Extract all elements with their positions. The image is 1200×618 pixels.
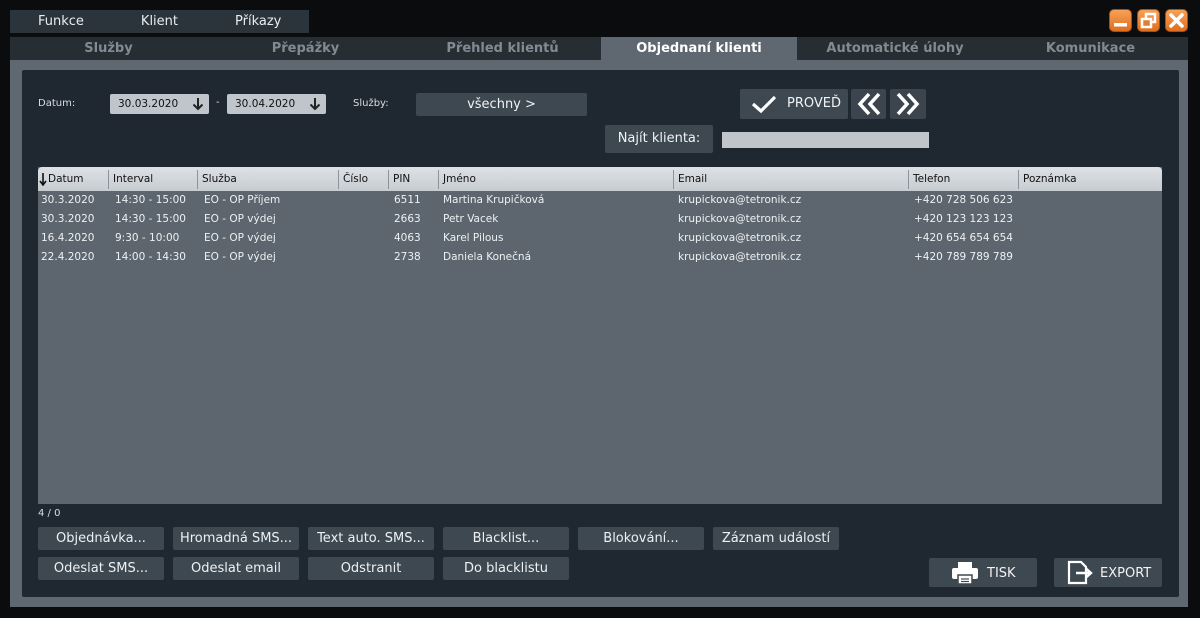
odeslat-email-button[interactable]: Odeslat email bbox=[173, 557, 299, 580]
table-row[interactable]: 30.3.2020 14:30 - 15:00 EO - OP Příjem 6… bbox=[38, 191, 1162, 210]
tab-prehled-klientu[interactable]: Přehled klientů bbox=[404, 37, 601, 60]
date-range-dash: - bbox=[216, 97, 220, 108]
do-blacklistu-button[interactable]: Do blacklistu bbox=[443, 557, 569, 580]
cell-sluzba: EO - OP výdej bbox=[204, 232, 276, 244]
export-button[interactable]: EXPORT bbox=[1054, 558, 1162, 587]
previous-button[interactable] bbox=[851, 89, 886, 119]
col-header-poznamka[interactable]: Poznámka bbox=[1018, 170, 1162, 189]
najit-klienta-input[interactable] bbox=[722, 132, 929, 148]
restore-icon bbox=[1140, 12, 1157, 29]
arrow-down-icon[interactable] bbox=[192, 97, 204, 111]
cell-pin: 6511 bbox=[394, 194, 421, 206]
cell-pin: 2738 bbox=[394, 251, 421, 263]
cell-datum: 30.3.2020 bbox=[41, 213, 95, 225]
double-chevron-right-icon bbox=[896, 92, 920, 116]
window-controls bbox=[1109, 9, 1188, 32]
tab-komunikace[interactable]: Komunikace bbox=[993, 37, 1188, 60]
hromadna-sms-button[interactable]: Hromadná SMS... bbox=[173, 527, 299, 550]
col-header-sluzba[interactable]: Služba bbox=[197, 170, 338, 189]
cell-jmeno: Daniela Konečná bbox=[443, 251, 532, 263]
record-count: 4 / 0 bbox=[38, 508, 61, 519]
table-row[interactable]: 30.3.2020 14:30 - 15:00 EO - OP výdej 26… bbox=[38, 210, 1162, 229]
cell-telefon: +420 789 789 789 bbox=[914, 251, 1013, 263]
cell-pin: 2663 bbox=[394, 213, 421, 225]
next-button[interactable] bbox=[890, 89, 926, 119]
checkmark-icon bbox=[751, 95, 777, 114]
cell-sluzba: EO - OP výdej bbox=[204, 251, 276, 263]
objednavka-button[interactable]: Objednávka... bbox=[38, 527, 164, 550]
tab-bar: Služby Přepážky Přehled klientů Objednan… bbox=[10, 37, 1188, 60]
cell-interval: 14:00 - 14:30 bbox=[115, 251, 186, 263]
tisk-label: TISK bbox=[987, 566, 1016, 581]
tab-automaticke-ulohy[interactable]: Automatické úlohy bbox=[797, 37, 993, 60]
blacklist-button[interactable]: Blacklist... bbox=[443, 527, 569, 550]
cell-telefon: +420 654 654 654 bbox=[914, 232, 1013, 244]
sort-arrow-down-icon bbox=[39, 173, 47, 186]
datum-label: Datum: bbox=[38, 98, 76, 109]
cell-jmeno: Martina Krupičková bbox=[443, 194, 545, 206]
col-header-telefon[interactable]: Telefon bbox=[908, 170, 1018, 189]
tab-objednani-klienti[interactable]: Objednaní klienti bbox=[601, 37, 797, 60]
minimize-icon bbox=[1114, 23, 1127, 27]
table-header: Datum Interval Služba Číslo PIN Jméno Em… bbox=[38, 167, 1162, 191]
cell-email: krupickova@tetronik.cz bbox=[678, 213, 802, 225]
cell-datum: 22.4.2020 bbox=[41, 251, 95, 263]
arrow-down-icon[interactable] bbox=[309, 97, 321, 111]
sluzby-label: Služby: bbox=[353, 98, 389, 109]
cell-interval: 14:30 - 15:00 bbox=[115, 194, 186, 206]
blokovani-button[interactable]: Blokování... bbox=[578, 527, 704, 550]
cell-interval: 9:30 - 10:00 bbox=[115, 232, 180, 244]
najit-klienta-label: Najít klienta: bbox=[605, 125, 713, 153]
printer-icon bbox=[952, 562, 978, 585]
cell-sluzba: EO - OP výdej bbox=[204, 213, 276, 225]
cell-jmeno: Karel Pilous bbox=[443, 232, 504, 244]
sluzby-select-button[interactable]: všechny > bbox=[416, 93, 587, 116]
menu-prikazy[interactable]: Příkazy bbox=[235, 10, 281, 33]
restore-button[interactable] bbox=[1137, 9, 1160, 32]
text-auto-sms-button[interactable]: Text auto. SMS... bbox=[308, 527, 434, 550]
cell-email: krupickova@tetronik.cz bbox=[678, 194, 802, 206]
col-header-interval[interactable]: Interval bbox=[108, 170, 197, 189]
double-chevron-left-icon bbox=[857, 92, 881, 116]
cell-telefon: +420 123 123 123 bbox=[914, 213, 1013, 225]
orders-table: Datum Interval Služba Číslo PIN Jméno Em… bbox=[38, 167, 1162, 504]
col-header-email[interactable]: Email bbox=[673, 170, 908, 189]
close-button[interactable] bbox=[1165, 9, 1188, 32]
tab-prepazky[interactable]: Přepážky bbox=[207, 37, 404, 60]
cell-sluzba: EO - OP Příjem bbox=[204, 194, 281, 206]
export-icon bbox=[1067, 560, 1093, 585]
cell-email: krupickova@tetronik.cz bbox=[678, 232, 802, 244]
proved-label: PROVEĎ bbox=[787, 96, 841, 111]
date-to-input[interactable]: 30.04.2020 bbox=[227, 94, 326, 114]
col-header-datum-label: Datum bbox=[48, 173, 84, 185]
menu-klient[interactable]: Klient bbox=[141, 10, 178, 33]
cell-pin: 4063 bbox=[394, 232, 421, 244]
table-row[interactable]: 16.4.2020 9:30 - 10:00 EO - OP výdej 406… bbox=[38, 229, 1162, 248]
cell-telefon: +420 728 506 623 bbox=[914, 194, 1013, 206]
cell-datum: 30.3.2020 bbox=[41, 194, 95, 206]
menu-funkce[interactable]: Funkce bbox=[38, 10, 84, 33]
menu-bar: Funkce Klient Příkazy bbox=[10, 10, 309, 33]
zaznam-udalosti-button[interactable]: Záznam událostí bbox=[713, 527, 839, 550]
col-header-datum[interactable]: Datum bbox=[38, 170, 108, 189]
date-from-input[interactable]: 30.03.2020 bbox=[110, 94, 209, 114]
cell-jmeno: Petr Vacek bbox=[443, 213, 499, 225]
cell-email: krupickova@tetronik.cz bbox=[678, 251, 802, 263]
export-label: EXPORT bbox=[1100, 566, 1152, 581]
col-header-cislo[interactable]: Číslo bbox=[338, 170, 388, 189]
proved-button[interactable]: PROVEĎ bbox=[740, 89, 848, 119]
odeslat-sms-button[interactable]: Odeslat SMS... bbox=[38, 557, 164, 580]
date-from-value: 30.03.2020 bbox=[118, 98, 179, 110]
tab-sluzby[interactable]: Služby bbox=[10, 37, 207, 60]
col-header-jmeno[interactable]: Jméno bbox=[438, 170, 673, 189]
tisk-button[interactable]: TISK bbox=[929, 558, 1037, 587]
cell-interval: 14:30 - 15:00 bbox=[115, 213, 186, 225]
cell-datum: 16.4.2020 bbox=[41, 232, 95, 244]
date-to-value: 30.04.2020 bbox=[235, 98, 296, 110]
close-icon bbox=[1169, 13, 1184, 28]
table-row[interactable]: 22.4.2020 14:00 - 14:30 EO - OP výdej 27… bbox=[38, 248, 1162, 267]
odstranit-button[interactable]: Odstranit bbox=[308, 557, 434, 580]
col-header-pin[interactable]: PIN bbox=[388, 170, 438, 189]
minimize-button[interactable] bbox=[1109, 9, 1132, 32]
